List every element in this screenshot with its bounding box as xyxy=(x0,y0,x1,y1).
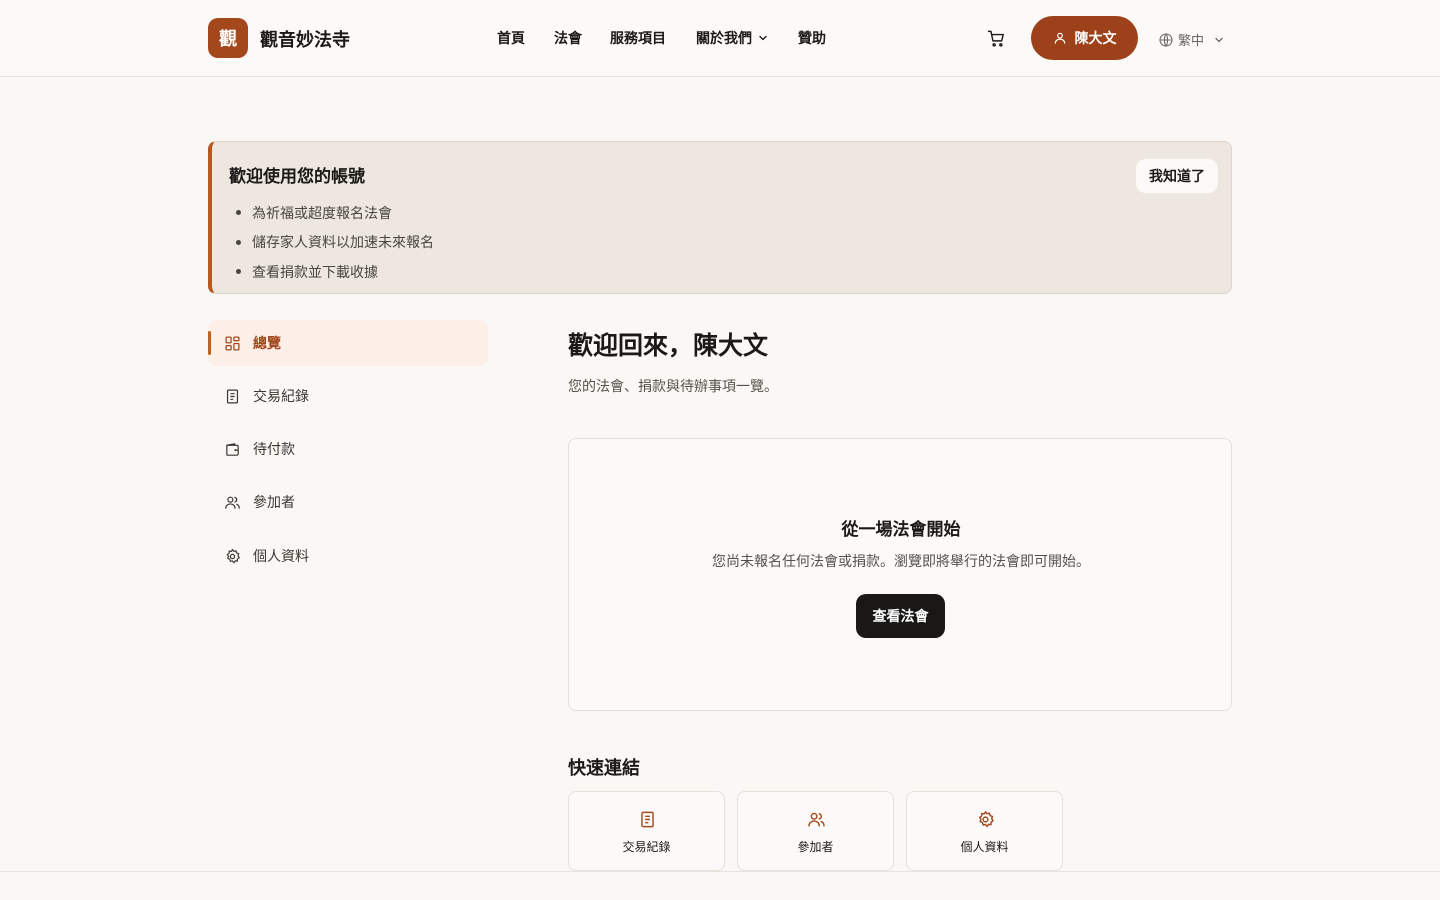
sidebar-item-pending-payment[interactable]: 待付款 xyxy=(208,426,488,472)
users-icon xyxy=(225,496,240,509)
nav-about-label: 關於我們 xyxy=(696,31,752,47)
empty-state-card: 從一場法會開始 您尚未報名任何法會或捐款。瀏覽即將舉行的法會即可開始。 查看法會 xyxy=(568,438,1232,711)
user-icon xyxy=(1054,32,1065,44)
sidebar-item-label: 交易紀錄 xyxy=(253,389,309,405)
list-item: 為祈福或超度報名法會 xyxy=(236,198,434,228)
quick-link-transactions[interactable]: 交易紀錄 xyxy=(568,791,725,871)
gear-icon xyxy=(978,810,994,828)
sidebar-item-label: 待付款 xyxy=(253,442,295,458)
document-icon xyxy=(226,389,239,403)
sidebar-item-profile[interactable]: 個人資料 xyxy=(208,533,488,579)
sidebar-item-label: 個人資料 xyxy=(253,549,309,565)
grid-icon xyxy=(225,335,240,351)
welcome-banner: 歡迎使用您的帳號 為祈福或超度報名法會 儲存家人資料以加速未來報名 查看捐款並下… xyxy=(208,141,1232,294)
banner-title: 歡迎使用您的帳號 xyxy=(229,167,365,187)
quick-link-label: 參加者 xyxy=(797,840,834,854)
nav-ceremonies[interactable]: 法會 xyxy=(554,28,582,48)
page-title: 歡迎回來，陳大文 xyxy=(568,331,769,360)
chevron-down-icon xyxy=(1215,37,1223,42)
sidebar-item-overview[interactable]: 總覽 xyxy=(208,320,488,366)
nav-home[interactable]: 首頁 xyxy=(497,28,525,48)
dismiss-banner-button[interactable]: 我知道了 xyxy=(1136,159,1218,193)
document-icon xyxy=(641,811,654,828)
users-icon xyxy=(808,812,825,827)
quick-link-label: 交易紀錄 xyxy=(622,840,671,854)
page-subtitle: 您的法會、捐款與待辦事項一覽。 xyxy=(568,379,778,395)
footer-divider xyxy=(0,871,1440,900)
language-selector[interactable]: 繁中 xyxy=(1158,30,1224,49)
quick-link-label: 個人資料 xyxy=(960,840,1009,854)
user-name: 陳大文 xyxy=(1074,31,1117,47)
sidebar-item-participants[interactable]: 參加者 xyxy=(208,479,488,525)
gear-icon xyxy=(226,548,241,564)
quick-link-profile[interactable]: 個人資料 xyxy=(906,791,1063,871)
nav-about[interactable]: 關於我們 xyxy=(696,28,768,48)
language-label: 繁中 xyxy=(1178,34,1205,49)
nav-donate[interactable]: 贊助 xyxy=(798,28,826,48)
wallet-icon xyxy=(226,442,239,456)
globe-icon xyxy=(1159,32,1173,47)
site-name[interactable]: 觀音妙法寺 xyxy=(260,26,350,52)
quick-link-participants[interactable]: 參加者 xyxy=(737,791,894,871)
top-header: 觀 觀音妙法寺 首頁 法會 服務項目 關於我們 贊助 陳大文 繁中 xyxy=(0,0,1440,77)
list-item: 查看捐款並下載收據 xyxy=(236,257,434,287)
site-logo[interactable]: 觀 xyxy=(208,18,248,58)
chevron-down-icon xyxy=(759,35,767,41)
banner-feature-list: 為祈福或超度報名法會 儲存家人資料以加速未來報名 查看捐款並下載收據 xyxy=(236,198,434,287)
cart-icon[interactable] xyxy=(987,29,1006,48)
sidebar-item-label: 參加者 xyxy=(253,495,295,511)
empty-state-title: 從一場法會開始 xyxy=(841,520,961,540)
quick-links-title: 快速連結 xyxy=(568,758,640,779)
sidebar-item-label: 總覽 xyxy=(253,336,281,352)
nav-services[interactable]: 服務項目 xyxy=(610,28,666,48)
list-item: 儲存家人資料以加速未來報名 xyxy=(236,228,434,258)
user-account-button[interactable]: 陳大文 xyxy=(1031,16,1138,60)
empty-state-text: 您尚未報名任何法會或捐款。瀏覽即將舉行的法會即可開始。 xyxy=(712,554,1090,570)
view-ceremonies-button[interactable]: 查看法會 xyxy=(856,594,945,638)
sidebar-item-transactions[interactable]: 交易紀錄 xyxy=(208,373,488,419)
